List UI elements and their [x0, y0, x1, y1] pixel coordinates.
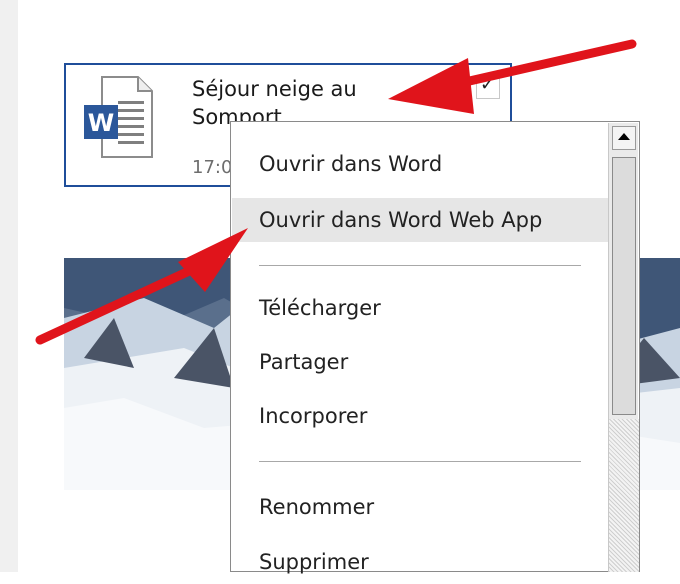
menu-separator	[259, 265, 581, 266]
menu-item-rename[interactable]: Renommer	[232, 485, 610, 529]
menu-item-embed[interactable]: Incorporer	[232, 394, 610, 438]
menu-item-delete[interactable]: Supprimer	[232, 540, 610, 584]
menu-item-open-in-word[interactable]: Ouvrir dans Word	[232, 142, 610, 186]
menu-scrollbar[interactable]	[608, 123, 639, 572]
page-left-strip	[0, 0, 18, 572]
file-time: 17:0	[192, 157, 233, 178]
scroll-thumb[interactable]	[612, 157, 636, 415]
menu-item-open-in-word-web-app[interactable]: Ouvrir dans Word Web App	[232, 198, 610, 242]
svg-text:W: W	[88, 109, 114, 137]
menu-item-share[interactable]: Partager	[232, 340, 610, 384]
word-document-icon: W	[84, 76, 153, 158]
menu-item-download[interactable]: Télécharger	[232, 286, 610, 330]
menu-separator	[259, 461, 581, 462]
scroll-track[interactable]	[609, 419, 639, 572]
context-menu: Ouvrir dans Word Ouvrir dans Word Web Ap…	[230, 121, 640, 574]
select-checkbox[interactable]	[476, 74, 500, 99]
scroll-up-arrow-icon[interactable]	[612, 126, 636, 150]
